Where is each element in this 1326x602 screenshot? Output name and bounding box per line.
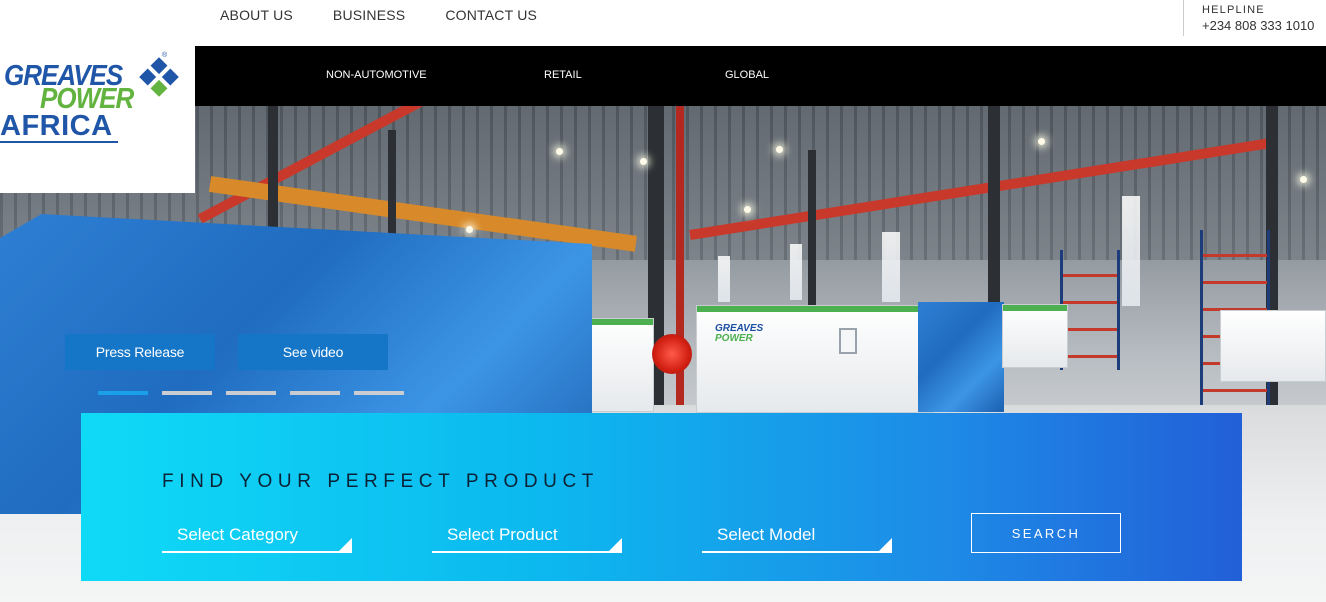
generator-unit <box>1220 310 1326 382</box>
slider-dot[interactable] <box>98 391 148 395</box>
dropdown-corner-icon <box>879 538 892 551</box>
slider-dot[interactable] <box>290 391 340 395</box>
top-nav: ABOUT US BUSINESS CONTACT US <box>220 7 537 23</box>
category-select[interactable]: Select Category <box>162 513 352 553</box>
steel-pillar <box>808 150 816 310</box>
warehouse-window <box>790 244 802 300</box>
helpline-label: HELPLINE <box>1202 4 1265 16</box>
ceiling-light <box>466 226 473 233</box>
nav-retail[interactable]: RETAIL <box>544 69 582 81</box>
nav-contact-us[interactable]: CONTACT US <box>445 7 537 23</box>
category-select-value: Select Category <box>177 525 298 544</box>
generator-unit <box>588 318 654 412</box>
nav-about-us[interactable]: ABOUT US <box>220 7 293 23</box>
ceiling-light <box>744 206 751 213</box>
genset-panel-door <box>839 328 857 354</box>
generator-unit <box>1002 304 1068 368</box>
ceiling-light <box>1300 176 1307 183</box>
slider-dot[interactable] <box>226 391 276 395</box>
product-select-value: Select Product <box>447 525 558 544</box>
warehouse-window <box>1122 196 1140 306</box>
diamond-tiles-icon <box>139 57 179 97</box>
nav-non-automotive[interactable]: NON-AUTOMOTIVE <box>326 69 427 81</box>
dropdown-corner-icon <box>609 538 622 551</box>
helpline: HELPLINE +234 808 333 1010 <box>1183 0 1314 36</box>
fire-hose-reel <box>652 334 692 374</box>
steel-pillar <box>988 106 1000 316</box>
top-bar: ABOUT US BUSINESS CONTACT US HELPLINE +2… <box>0 0 1326 46</box>
logo-africa-text: AFRICA <box>0 110 113 142</box>
product-finder-panel: FIND YOUR PERFECT PRODUCT Select Categor… <box>81 413 1242 581</box>
generator-unit: GREAVES POWER <box>696 305 934 413</box>
slider-indicators <box>98 391 404 395</box>
nav-business[interactable]: BUSINESS <box>333 7 405 23</box>
ceiling-light <box>556 148 563 155</box>
nav-global[interactable]: GLOBAL <box>725 69 769 81</box>
storage-rack <box>1060 250 1120 370</box>
product-select[interactable]: Select Product <box>432 513 622 553</box>
dropdown-corner-icon <box>339 538 352 551</box>
warehouse-window <box>718 256 730 302</box>
slider-dot[interactable] <box>162 391 212 395</box>
ceiling-light <box>1038 138 1045 145</box>
press-release-button[interactable]: Press Release <box>65 334 215 370</box>
model-select-value: Select Model <box>717 525 816 544</box>
logo-underline <box>0 141 118 143</box>
warehouse-window <box>882 232 900 302</box>
main-nav: NON-AUTOMOTIVE RETAIL GLOBAL <box>195 46 1326 106</box>
slider-dot[interactable] <box>354 391 404 395</box>
see-video-button[interactable]: See video <box>238 334 388 370</box>
search-button[interactable]: SEARCH <box>971 513 1121 553</box>
blue-tarp-crate <box>918 302 1004 412</box>
genset-brand: GREAVES POWER <box>715 323 764 344</box>
helpline-number[interactable]: +234 808 333 1010 <box>1202 18 1314 33</box>
finder-title: FIND YOUR PERFECT PRODUCT <box>162 471 599 492</box>
model-select[interactable]: Select Model <box>702 513 892 553</box>
ceiling-light <box>640 158 647 165</box>
site-logo[interactable]: GREAVES POWER AFRICA ® <box>0 46 195 193</box>
ceiling-light <box>776 146 783 153</box>
